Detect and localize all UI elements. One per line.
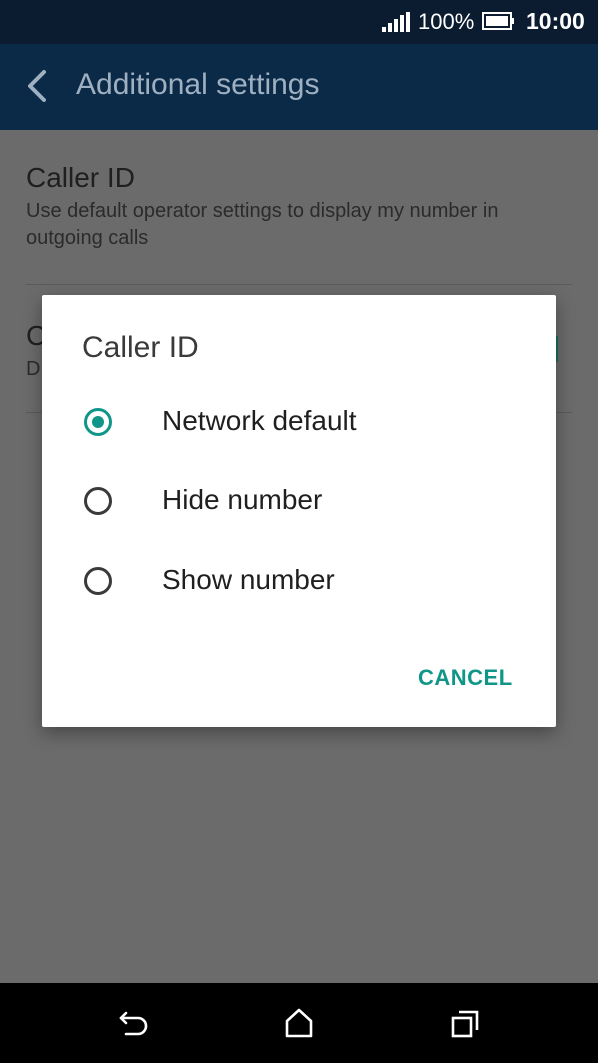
back-icon[interactable] bbox=[118, 1009, 150, 1039]
option-label: Network default bbox=[162, 405, 357, 436]
signal-icon bbox=[382, 12, 410, 32]
option-label: Hide number bbox=[162, 484, 323, 515]
app-bar: Additional settings bbox=[0, 44, 598, 130]
chevron-left-icon[interactable] bbox=[22, 68, 54, 104]
radio-button-selected[interactable] bbox=[84, 408, 112, 436]
option-network-default[interactable]: Network default bbox=[42, 389, 556, 459]
cancel-button[interactable]: CANCEL bbox=[418, 665, 513, 691]
radio-button[interactable] bbox=[84, 487, 112, 515]
navigation-bar bbox=[0, 983, 598, 1063]
radio-button[interactable] bbox=[84, 567, 112, 595]
clock: 10:00 bbox=[526, 8, 585, 34]
setting-title: Caller ID bbox=[26, 162, 135, 193]
home-icon[interactable] bbox=[284, 1007, 314, 1039]
status-bar: 100% 10:00 bbox=[0, 0, 598, 44]
setting-caller-id[interactable]: Caller ID Use default operator settings … bbox=[26, 162, 572, 252]
caller-id-dialog: Caller ID Network default Hide number Sh… bbox=[42, 295, 556, 727]
option-label: Show number bbox=[162, 564, 335, 595]
recents-icon[interactable] bbox=[450, 1009, 480, 1039]
page-title: Additional settings bbox=[76, 68, 320, 101]
option-hide-number[interactable]: Hide number bbox=[42, 468, 556, 538]
divider bbox=[26, 284, 572, 285]
setting-summary: Use default operator settings to display… bbox=[26, 200, 499, 249]
battery-percent: 100% bbox=[418, 9, 475, 34]
battery-icon bbox=[482, 12, 514, 30]
dialog-title: Caller ID bbox=[82, 331, 199, 364]
option-show-number[interactable]: Show number bbox=[42, 548, 556, 618]
